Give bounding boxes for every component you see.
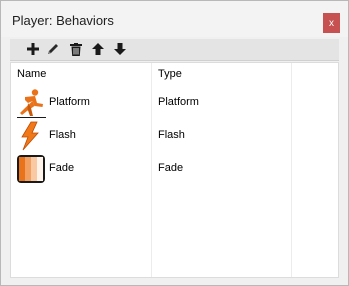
list-item[interactable]: Platform Platform bbox=[11, 87, 338, 121]
platform-runner-icon bbox=[17, 89, 46, 118]
behaviors-list[interactable]: Name Type Platform Platform Flash Flash bbox=[10, 62, 339, 278]
arrow-down-icon bbox=[114, 43, 126, 55]
dialog-title: Player: Behaviors bbox=[12, 13, 114, 28]
move-down-button[interactable] bbox=[112, 41, 128, 57]
pencil-icon bbox=[48, 44, 58, 54]
delete-button[interactable] bbox=[68, 41, 84, 57]
arrow-up-icon bbox=[92, 43, 104, 55]
behavior-name: Platform bbox=[49, 96, 90, 108]
list-item[interactable]: Fade Fade bbox=[11, 153, 338, 187]
edit-button[interactable] bbox=[45, 41, 61, 57]
fade-gradient-icon bbox=[17, 155, 45, 183]
toolbar bbox=[10, 39, 339, 61]
close-icon: x bbox=[329, 17, 334, 29]
list-item[interactable]: Flash Flash bbox=[11, 120, 338, 154]
column-header-name[interactable]: Name bbox=[17, 68, 46, 80]
close-button[interactable]: x bbox=[323, 13, 340, 33]
plus-icon bbox=[27, 43, 39, 55]
behavior-type: Fade bbox=[158, 162, 184, 174]
trash-icon bbox=[70, 42, 82, 56]
add-button[interactable] bbox=[25, 41, 41, 57]
behavior-type: Platform bbox=[158, 96, 199, 108]
move-up-button[interactable] bbox=[90, 41, 106, 57]
behavior-type: Flash bbox=[158, 129, 185, 141]
behavior-name: Flash bbox=[49, 129, 76, 141]
behavior-name: Fade bbox=[49, 162, 75, 174]
behaviors-dialog: Player: Behaviors x Name Type Platform P… bbox=[0, 0, 349, 286]
lightning-icon bbox=[21, 121, 39, 151]
column-header-type[interactable]: Type bbox=[158, 68, 182, 80]
title-bar[interactable]: Player: Behaviors x bbox=[1, 1, 348, 37]
